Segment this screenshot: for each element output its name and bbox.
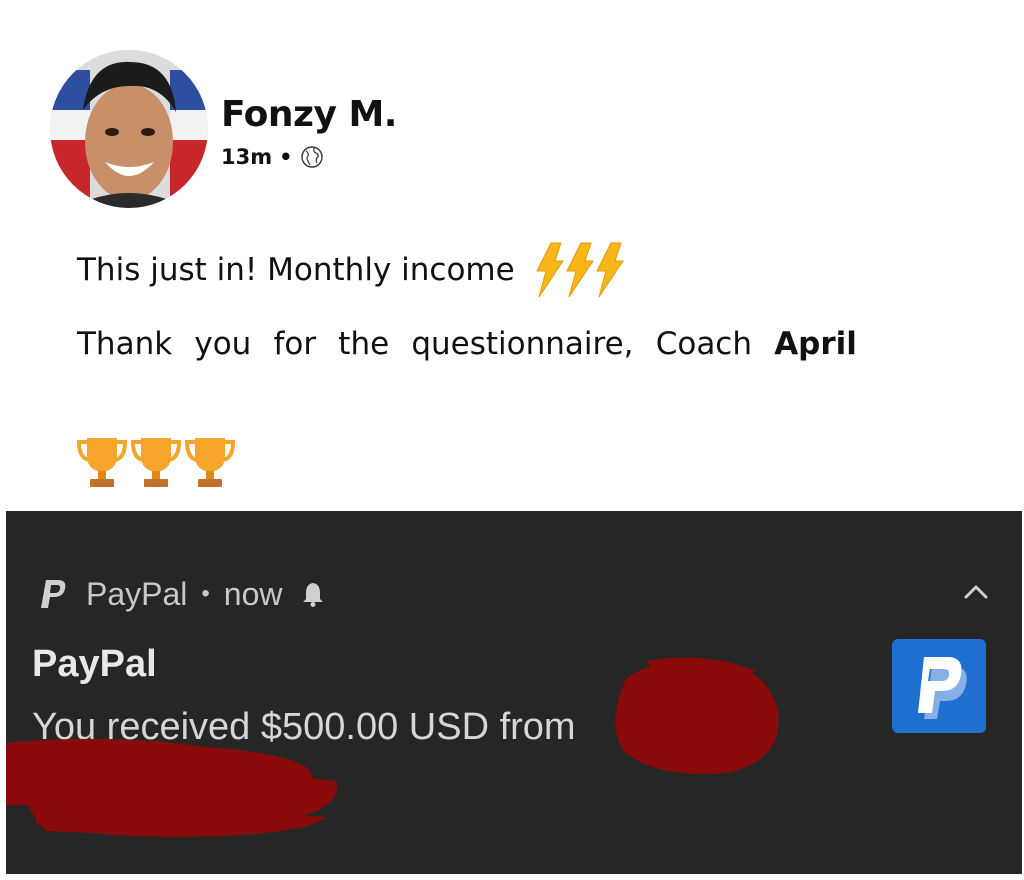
post-line-1: This just in! Monthly income: [77, 242, 629, 298]
post-word: Coach: [655, 326, 753, 362]
post-word: Thank: [77, 326, 173, 362]
author-avatar[interactable]: [50, 50, 208, 208]
chevron-up-icon[interactable]: [962, 581, 990, 601]
meta-separator: •: [279, 145, 293, 169]
author-name[interactable]: Fonzy M.: [221, 94, 397, 135]
post-timestamp[interactable]: 13m: [221, 145, 272, 169]
post-line-2: Thank you for the questionnaire, Coach A…: [77, 326, 857, 362]
notification-app-name: PayPal: [86, 575, 188, 612]
paypal-app-icon: [892, 639, 986, 733]
notification-title: PayPal: [32, 643, 157, 685]
paypal-notification[interactable]: PayPal • now PayPal You received $500.00…: [6, 511, 1022, 874]
trophy-icon: [130, 438, 182, 487]
paypal-logo-icon: [41, 580, 66, 608]
trophy-row: [75, 434, 237, 490]
trophy-icon: [184, 438, 236, 487]
post-meta: 13m •: [221, 143, 324, 171]
globe-icon: [300, 146, 323, 168]
post-word: you: [194, 326, 252, 362]
lightning-bolts-icon: [535, 242, 624, 298]
bell-icon: [302, 583, 323, 607]
redaction-scribble: [6, 657, 779, 837]
notification-body: You received $500.00 USD from: [32, 706, 576, 748]
post-word: the: [338, 326, 390, 362]
notification-header: PayPal • now: [36, 574, 325, 614]
coach-name: April: [774, 326, 857, 362]
notification-time: now: [223, 575, 283, 612]
post-word: questionnaire,: [411, 326, 634, 362]
post-word: for: [273, 326, 317, 362]
avatar-photo: [50, 50, 208, 208]
post-text-line-1: This just in! Monthly income: [77, 252, 515, 288]
header-separator: •: [201, 580, 210, 607]
trophy-icon: [76, 438, 128, 487]
